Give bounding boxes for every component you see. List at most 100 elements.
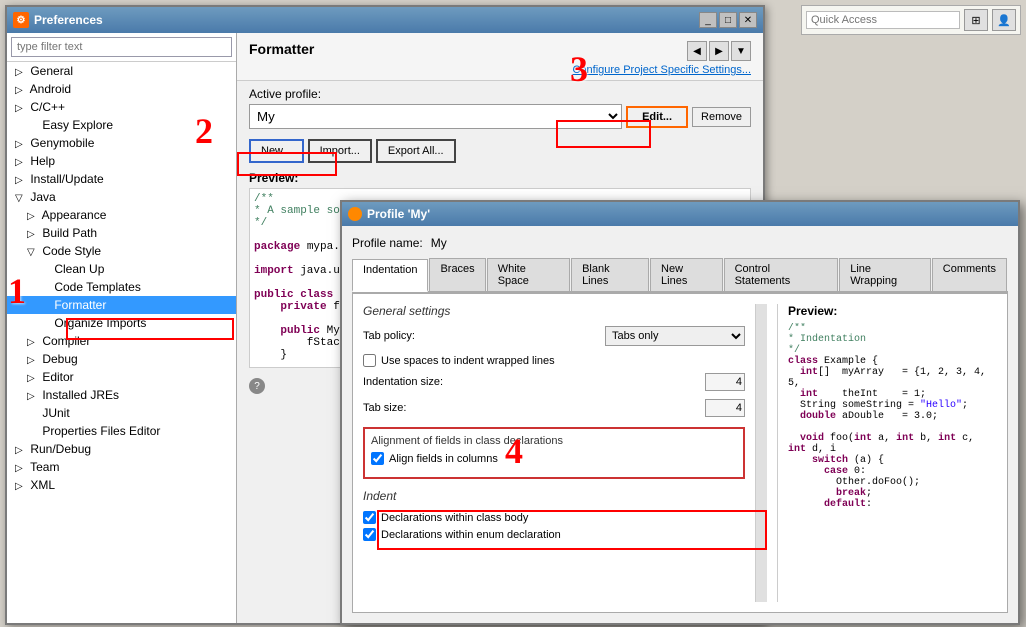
configure-project-link[interactable]: Configure Project Specific Settings...	[572, 64, 751, 76]
tab-content: General settings Tab policy: Tabs only S…	[352, 293, 1008, 613]
quick-access-input[interactable]	[806, 11, 960, 29]
sidebar-item-properties-files[interactable]: Properties Files Editor	[7, 422, 236, 440]
help-button[interactable]: ?	[249, 378, 265, 394]
nav-forward-button[interactable]: ▶	[709, 41, 729, 61]
profile-name-row: Profile name: My	[352, 236, 1008, 250]
tab-control-statements[interactable]: Control Statements	[724, 258, 839, 291]
use-spaces-label: Use spaces to indent wrapped lines	[381, 355, 555, 367]
edit-button[interactable]: Edit...	[626, 106, 688, 128]
sidebar-item-easy-explore[interactable]: Easy Explore	[7, 116, 236, 134]
formatter-header: Formatter ◀ ▶ ▼ Configure Project Specif…	[237, 33, 763, 81]
sidebar-item-install-update[interactable]: ▷ Install/Update	[7, 170, 236, 188]
sidebar-item-formatter[interactable]: Formatter	[7, 296, 236, 314]
indentation-size-input[interactable]	[705, 373, 745, 391]
sidebar-item-compiler[interactable]: ▷ Compiler	[7, 332, 236, 350]
tab-comments[interactable]: Comments	[932, 258, 1007, 291]
tab-braces[interactable]: Braces	[429, 258, 485, 291]
right-preview-panel: Preview: /** * Indentation */ class Exam…	[777, 304, 997, 602]
nav-back-button[interactable]: ◀	[687, 41, 707, 61]
scroll-indicator[interactable]	[755, 304, 767, 602]
export-all-button[interactable]: Export All...	[376, 139, 456, 163]
dialog-icon	[348, 207, 362, 221]
tab-policy-label: Tab policy:	[363, 330, 605, 342]
title-controls: _ □ ✕	[699, 12, 757, 28]
sidebar-item-editor[interactable]: ▷ Editor	[7, 368, 236, 386]
alignment-title: Alignment of fields in class declaration…	[371, 435, 737, 447]
sidebar-item-help[interactable]: ▷ Help	[7, 152, 236, 170]
profile-row: My Edit... Remove	[249, 104, 751, 129]
alignment-section: Alignment of fields in class declaration…	[363, 427, 745, 479]
arrow-icon: ▷	[27, 373, 39, 384]
dialog-title-bar: Profile 'My'	[342, 202, 1018, 226]
sidebar-item-build-path[interactable]: ▷ Build Path	[7, 224, 236, 242]
minimize-button[interactable]: _	[699, 12, 717, 28]
quick-access-btn2[interactable]: 👤	[992, 9, 1016, 31]
profile-select[interactable]: My	[249, 104, 622, 129]
sidebar-item-java[interactable]: ▽ Java	[7, 188, 236, 206]
right-code-preview: /** * Indentation */ class Example { int…	[788, 323, 997, 510]
align-fields-row: Align fields in columns	[371, 452, 737, 465]
tab-blank-lines[interactable]: Blank Lines	[571, 258, 649, 291]
sidebar: ▷ General ▷ Android ▷ C/C++ Easy Explore…	[7, 33, 237, 623]
arrow-icon: ▷	[15, 67, 27, 78]
profile-name-value: My	[431, 236, 447, 250]
tab-size-input[interactable]	[705, 399, 745, 417]
use-spaces-checkbox[interactable]	[363, 354, 376, 367]
code-line: default:	[788, 499, 997, 510]
profile-dialog: Profile 'My' Profile name: My Indentatio…	[340, 200, 1020, 625]
tab-white-space[interactable]: White Space	[487, 258, 570, 291]
sidebar-item-team[interactable]: ▷ Team	[7, 458, 236, 476]
code-line: void foo(int a, int b, int c, int d, i	[788, 433, 997, 455]
arrow-icon: ▷	[15, 445, 27, 456]
sidebar-item-xml[interactable]: ▷ XML	[7, 476, 236, 494]
tab-line-wrapping[interactable]: Line Wrapping	[839, 258, 931, 291]
title-bar-left: ⚙ Preferences	[13, 12, 103, 28]
code-line: */	[788, 345, 997, 356]
sidebar-item-organize-imports[interactable]: Organize Imports	[7, 314, 236, 332]
sidebar-item-android[interactable]: ▷ Android	[7, 80, 236, 98]
arrow-icon: ▷	[15, 175, 27, 186]
sidebar-item-installed-jres[interactable]: ▷ Installed JREs	[7, 386, 236, 404]
arrow-icon: ▽	[15, 193, 27, 204]
nav-dropdown-button[interactable]: ▼	[731, 41, 751, 61]
sidebar-item-junit[interactable]: JUnit	[7, 404, 236, 422]
arrow-icon: ▷	[15, 157, 27, 168]
sidebar-item-code-style[interactable]: ▽ Code Style	[7, 242, 236, 260]
tab-new-lines[interactable]: New Lines	[650, 258, 723, 291]
import-button[interactable]: Import...	[308, 139, 372, 163]
code-line: int theInt = 1;	[788, 389, 997, 400]
active-profile-section: Active profile: My Edit... Remove	[237, 81, 763, 135]
arrow-icon: ▷	[27, 391, 39, 402]
close-button[interactable]: ✕	[739, 12, 757, 28]
declarations-section: Indent Declarations within class body De…	[363, 489, 745, 541]
tab-indentation[interactable]: Indentation	[352, 259, 428, 292]
code-line: Other.doFoo();	[788, 477, 997, 488]
sidebar-item-cpp[interactable]: ▷ C/C++	[7, 98, 236, 116]
tab-policy-row: Tab policy: Tabs only Spaces only Mixed	[363, 326, 745, 346]
quick-access-bar: ⊞ 👤	[801, 5, 1021, 35]
remove-button[interactable]: Remove	[692, 107, 751, 127]
window-title: Preferences	[34, 13, 103, 27]
tab-policy-select[interactable]: Tabs only Spaces only Mixed	[605, 326, 745, 346]
sidebar-item-appearance[interactable]: ▷ Appearance	[7, 206, 236, 224]
code-line: * Indentation	[788, 334, 997, 345]
sidebar-item-debug[interactable]: ▷ Debug	[7, 350, 236, 368]
indentation-size-row: Indentation size:	[363, 373, 745, 391]
sidebar-item-clean-up[interactable]: Clean Up	[7, 260, 236, 278]
code-line: double aDouble = 3.0;	[788, 411, 997, 422]
code-line: String someString = "Hello";	[788, 400, 997, 411]
sidebar-item-general[interactable]: ▷ General	[7, 62, 236, 80]
arrow-icon: ▷	[15, 103, 27, 114]
sidebar-search-input[interactable]	[11, 37, 232, 57]
decl-enum-label: Declarations within enum declaration	[381, 529, 561, 541]
quick-access-btn1[interactable]: ⊞	[964, 9, 988, 31]
indent-title: Indent	[363, 489, 745, 503]
maximize-button[interactable]: □	[719, 12, 737, 28]
sidebar-item-code-templates[interactable]: Code Templates	[7, 278, 236, 296]
align-fields-checkbox[interactable]	[371, 452, 384, 465]
decl-enum-checkbox[interactable]	[363, 528, 376, 541]
decl-class-body-checkbox[interactable]	[363, 511, 376, 524]
sidebar-item-genymobile[interactable]: ▷ Genymobile	[7, 134, 236, 152]
new-button[interactable]: New...	[249, 139, 304, 163]
sidebar-item-run-debug[interactable]: ▷ Run/Debug	[7, 440, 236, 458]
